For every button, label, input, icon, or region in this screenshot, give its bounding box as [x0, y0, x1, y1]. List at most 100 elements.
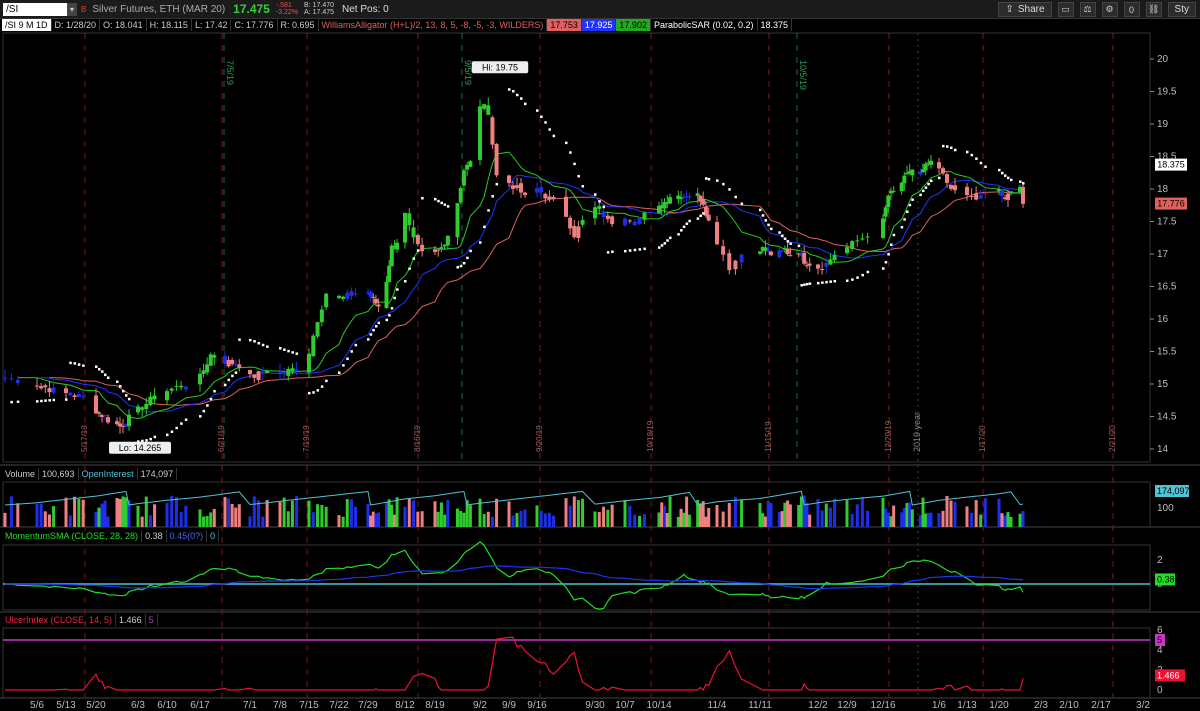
candle-body — [140, 407, 145, 410]
sar-dot — [789, 242, 792, 245]
candle-body — [127, 414, 131, 427]
candle-body — [248, 369, 252, 375]
sar-dot — [800, 283, 803, 287]
sar-dot — [128, 397, 131, 401]
volume-bar — [1000, 513, 1004, 527]
sar-dot — [829, 280, 832, 283]
sar-dot — [291, 351, 294, 354]
x-tick-label: 2/3 — [1034, 700, 1048, 711]
volume-bar — [165, 503, 169, 527]
sar-dot — [1001, 171, 1004, 175]
expiry-label: 10/5/19 — [798, 60, 808, 90]
candle-body — [816, 264, 820, 269]
volume-bar — [687, 514, 691, 527]
sar-dot — [261, 343, 265, 347]
candle-body — [373, 298, 378, 304]
candle-body — [891, 190, 896, 192]
volume-tick: 100 — [1157, 503, 1174, 514]
volume-bar — [341, 516, 345, 527]
ulcer-label[interactable]: UlcerIndex (CLOSE, 14, 5) — [2, 614, 117, 626]
candle-body — [384, 281, 389, 309]
sar-dot — [680, 229, 683, 232]
volume-bar — [97, 507, 101, 527]
candle-body — [547, 196, 552, 200]
candle-body — [411, 227, 416, 238]
sar-dot — [443, 203, 447, 206]
volume-bar — [387, 499, 391, 527]
candle-body — [535, 188, 539, 193]
sar-dot — [125, 394, 128, 397]
sar-dot — [803, 283, 806, 286]
candle-body — [205, 364, 210, 373]
volume-bar — [337, 515, 341, 527]
sar-dot — [116, 380, 119, 384]
volume-bar — [698, 503, 702, 527]
sar-dot — [279, 346, 282, 350]
sar-dot — [882, 267, 885, 270]
volume-bar — [443, 514, 447, 527]
x-tick-label: 2/17 — [1091, 700, 1111, 711]
volume-label[interactable]: Volume — [2, 468, 40, 480]
volume-bar — [462, 512, 466, 527]
sar-dot — [781, 234, 784, 238]
sar-dot — [598, 200, 601, 203]
volume-bar — [407, 498, 411, 527]
candle-body — [706, 214, 711, 221]
sar-dot — [1022, 182, 1025, 185]
volume-bar — [965, 506, 969, 527]
oi-value: 174,097 — [138, 468, 178, 480]
period-label: 9/20/19 — [535, 425, 544, 452]
candle-body — [910, 169, 915, 176]
sar-dot — [36, 400, 39, 403]
lo-marker-text: Lo: 14.265 — [119, 443, 162, 453]
sar-dot — [704, 177, 708, 180]
period-label: 1/17/20 — [978, 425, 987, 452]
candle-body — [319, 309, 324, 323]
volume-bar — [324, 506, 328, 527]
volume-bar — [205, 515, 209, 527]
candle-body — [144, 403, 149, 410]
sar-dot — [688, 219, 691, 223]
sar-dot — [797, 244, 801, 248]
volume-bar — [623, 500, 627, 527]
sar-dot — [412, 257, 416, 260]
sar-dot — [770, 227, 773, 231]
sar-dot — [569, 151, 572, 154]
sar-dot — [421, 196, 424, 200]
oi-bubble: 174,097 — [1157, 486, 1190, 496]
sar-dot — [73, 362, 77, 365]
volume-bar — [866, 510, 870, 527]
sar-dot — [903, 218, 906, 221]
volume-bar — [252, 496, 256, 527]
sar-dot — [367, 338, 370, 341]
lo-marker: Lo: 14.265 — [109, 441, 171, 454]
volume-bar — [552, 515, 556, 527]
momentum-label[interactable]: MomentumSMA (CLOSE, 28, 28) — [2, 530, 143, 542]
sar-dot — [516, 93, 519, 97]
sar-dot — [434, 197, 437, 201]
volume-bar — [597, 512, 601, 527]
volume-bar — [766, 500, 770, 527]
volume-bar — [495, 498, 499, 527]
sar-dot — [887, 253, 890, 256]
sar-dot — [984, 165, 987, 169]
sar-dot — [145, 439, 148, 442]
volume-bar — [886, 512, 890, 527]
volume-bar — [490, 516, 494, 527]
volume-bar — [446, 499, 450, 527]
x-tick-label: 9/9 — [502, 700, 516, 711]
oi-label[interactable]: OpenInterest — [79, 468, 138, 480]
candle-body — [233, 363, 238, 365]
candle-body — [3, 377, 7, 379]
candle-body — [739, 254, 744, 263]
volume-bar — [35, 503, 39, 527]
volume-bar — [682, 512, 686, 527]
candle-body — [230, 360, 235, 365]
sar-dot — [224, 383, 227, 387]
volume-bar — [663, 505, 667, 527]
volume-bar — [926, 512, 930, 527]
sar-dot — [851, 278, 854, 281]
chart-canvas[interactable]: 5/17/19 6/21/19 7/19/19 8/16/19 9/20/19 10/18… — [0, 0, 1200, 711]
candle-body — [387, 265, 392, 283]
sar-dot — [440, 201, 443, 205]
